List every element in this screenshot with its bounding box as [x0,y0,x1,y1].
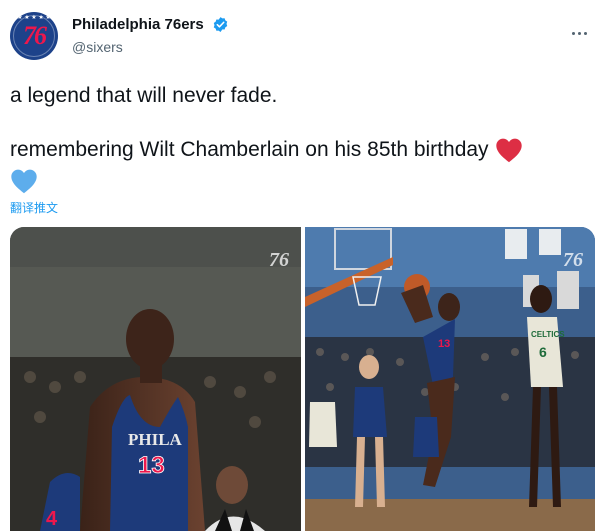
photo-2[interactable]: 13 CELTICS 6 76 [305,227,595,531]
opponent-jersey-number: 6 [539,344,547,360]
verified-badge-icon [213,17,228,33]
photo-1-image: PHILA 13 4 [10,227,301,531]
jersey-number: 13 [138,452,165,479]
avatar[interactable]: ★ ★ ★ ★ ★ 76 [10,12,58,60]
photo-2-watermark: 76 [563,249,583,271]
tweet-line-1: a legend that will never fade. [10,84,278,107]
tweet-header: ★ ★ ★ ★ ★ 76 Philadelphia 76ers @sixers [10,10,590,64]
translate-tweet-link[interactable]: 翻译推文 [10,199,58,216]
tweet-line-2-text: remembering Wilt Chamberlain on his 85th… [10,138,489,161]
photo-1[interactable]: PHILA 13 4 76 [10,227,301,531]
blue-heart-icon [11,169,37,194]
jersey-text: PHILA [128,430,183,449]
account-names: Philadelphia 76ers @sixers [72,16,229,55]
more-horizontal-icon [570,22,588,40]
tweet-line-2: remembering Wilt Chamberlain on his 85th… [10,136,595,164]
account-handle[interactable]: @sixers [72,39,229,55]
svg-text:4: 4 [46,508,58,530]
avatar-stars: ★ ★ ★ ★ ★ [17,15,51,21]
avatar-logo: 76 [23,21,47,50]
media-grid: PHILA 13 4 76 13 CELTICS 6 76 [10,227,595,531]
tweet-text: a legend that will never fade. rememberi… [10,82,595,164]
photo-2-image: 13 CELTICS 6 [305,227,595,531]
display-name[interactable]: Philadelphia 76ers [72,16,204,33]
more-options-button[interactable] [564,12,588,35]
jersey-number-2: 13 [438,338,450,350]
red-heart-icon [495,139,522,163]
photo-1-watermark: 76 [269,249,289,271]
opponent-jersey-text: CELTICS [531,330,565,339]
